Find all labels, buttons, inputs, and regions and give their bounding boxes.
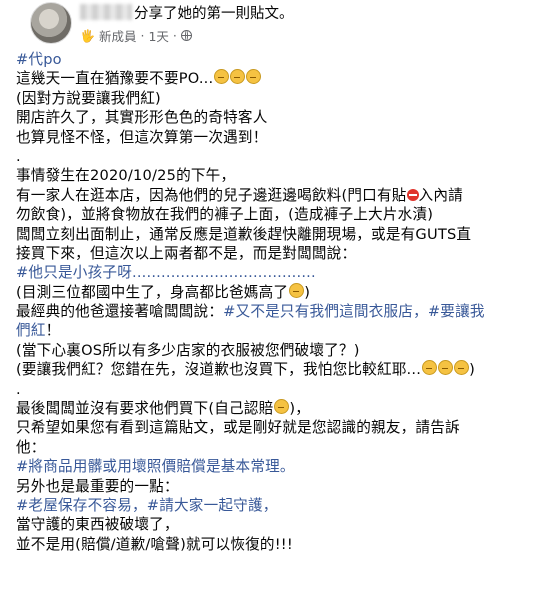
text-line: 最後闆闆並沒有要求他們買下(自己認賠)，: [16, 399, 311, 418]
text-line: 也算見怪不怪，但這次算第一次遇到！: [16, 128, 268, 146]
shared-text: 分享了她的第一則貼文。: [134, 6, 294, 22]
hashtag-shop[interactable]: #又不是只有我們這間衣服店，#要讓我: [223, 303, 485, 320]
author-name-blurred[interactable]: [80, 4, 132, 20]
text-line: 並不是用(賠償/道歉/嗆聲)就可以恢復的!!!: [16, 535, 293, 553]
no-entry-icon: [406, 188, 419, 201]
text-line: (當下心裏OS所以有多少店家的衣服被您們破壞了？): [16, 341, 360, 359]
hashtag-shop-cont[interactable]: 們紅: [16, 322, 46, 339]
post-meta: 🖐 新成員 · 1天 ·: [80, 26, 192, 45]
text-line: #將商品用髒或用壞照價賠償是基本常理。: [16, 457, 538, 476]
hashtag-old-house[interactable]: #老屋保存不容易，#請大家一起守護，: [16, 497, 278, 514]
sweat-face-icon: [289, 282, 305, 298]
text-line: #他只是小孩子呀................................…: [16, 263, 538, 282]
hashtag-rule[interactable]: #將商品用髒或用壞照價賠償是基本常理。: [16, 458, 295, 475]
rolling-eyes-icon: [422, 360, 438, 376]
text-line: #代po: [16, 50, 538, 69]
text-line: 只希望如果您有看到這篇貼文，或是剛好就是您認識的親友，請告訴: [16, 419, 460, 437]
facebook-post: 分享了她的第一則貼文。 🖐 新成員 · 1天 · #代po 這幾天一直在猶豫要不…: [0, 0, 550, 600]
text-line: 有一家人在逛本店，因為他們的兒子邊逛邊喝飲料(門口有貼 入內請: [16, 186, 463, 204]
pensive-face-icon: [246, 69, 262, 85]
text-line: #老屋保存不容易，#請大家一起守護，: [16, 496, 538, 515]
text-line: .: [16, 380, 21, 398]
separator-dot: ·: [140, 28, 145, 43]
text-line: 開店許久了，其實形形色色的奇特客人: [16, 109, 268, 127]
text-line: 們紅！: [16, 322, 61, 340]
pensive-face-icon: [274, 399, 290, 415]
post-time[interactable]: 1天: [148, 26, 168, 45]
text-line: (目測三位都國中生了，身高都比爸媽高了): [16, 282, 311, 301]
text-line: 另外也是最重要的一點：: [16, 477, 179, 495]
text-line: 闆闆立刻出面制止，通常反應是道歉後趕快離開現場，或是有GUTS直: [16, 225, 472, 243]
pensive-face-icon: [230, 69, 246, 85]
text-line: 勿飲食)，並將食物放在我們的褲子上面，(造成褲子上大片水漬): [16, 206, 434, 224]
text-line: (要讓我們紅？您錯在先，沒道歉也沒買下，我怕您比較紅耶...): [16, 360, 475, 379]
post-header: 分享了她的第一則貼文。 🖐 新成員 · 1天 ·: [16, 0, 538, 54]
text-line: 他：: [16, 438, 46, 456]
globe-icon[interactable]: [180, 30, 192, 41]
post-body: #代po 這幾天一直在猶豫要不要PO... (因對方說要讓我們紅) 開店許久了，…: [16, 50, 538, 554]
text-line: 這幾天一直在猶豫要不要PO...: [16, 69, 538, 88]
rolling-eyes-icon: [438, 360, 454, 376]
rolling-eyes-icon: [454, 360, 470, 376]
avatar[interactable]: [30, 2, 72, 44]
text-line: 事情發生在2020/10/25的下午，: [16, 167, 236, 185]
separator-dot: ·: [172, 28, 177, 43]
hashtag-child[interactable]: #他只是小孩子呀................................…: [16, 264, 316, 281]
text-line: 當守護的東西被破壞了，: [16, 516, 179, 534]
text-line: (因對方說要讓我們紅): [16, 89, 161, 107]
hashtag-daipo[interactable]: #代po: [16, 51, 62, 68]
pensive-face-icon: [214, 69, 230, 85]
text-line: .: [16, 147, 21, 165]
text-line: 最經典的他爸還接著嗆闆闆說：#又不是只有我們這間衣服店，#要讓我: [16, 303, 485, 321]
member-badge[interactable]: 新成員: [99, 26, 137, 45]
text-line: 接買下來，但這次以上兩者都不是，而是對闆闆說：: [16, 244, 357, 262]
new-member-icon: 🖐: [80, 28, 95, 43]
